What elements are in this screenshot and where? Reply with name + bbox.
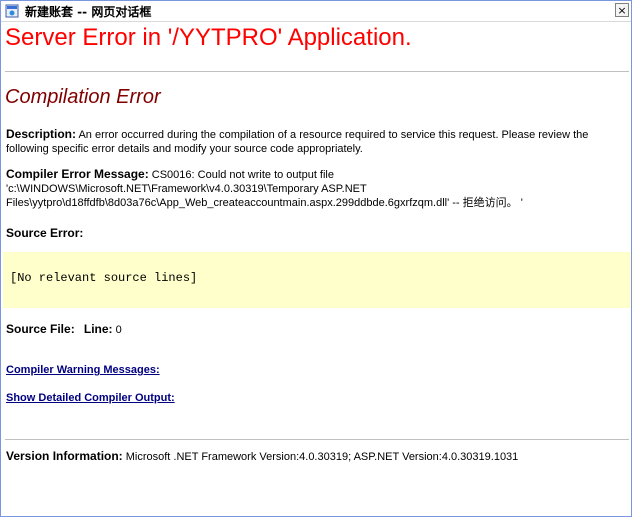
source-file-info: Source File: Line: 0 xyxy=(6,322,122,336)
version-information: Version Information: Microsoft .NET Fram… xyxy=(6,449,518,463)
version-label: Version Information: xyxy=(6,449,123,463)
compiler-msg-label: Compiler Error Message: xyxy=(6,167,149,181)
line-label: Line: xyxy=(83,322,113,336)
description-label: Description: xyxy=(6,127,77,141)
dialog-window: 新建账套 -- 网页对话框 × Server Error in '/YYTPRO… xyxy=(0,0,632,517)
window-title: 新建账套 -- 网页对话框 xyxy=(25,4,152,19)
divider xyxy=(5,439,629,440)
show-detailed-compiler-output-link[interactable]: Show Detailed Compiler Output: xyxy=(6,392,175,404)
close-icon: × xyxy=(617,3,627,17)
error-page: Server Error in '/YYTPRO' Application. C… xyxy=(1,22,631,516)
compilation-error-heading: Compilation Error xyxy=(5,86,161,108)
divider xyxy=(5,71,629,72)
line-value: 0 xyxy=(115,324,122,336)
source-error-label: Source Error: xyxy=(6,226,84,240)
close-button[interactable]: × xyxy=(615,3,629,17)
version-text: Microsoft .NET Framework Version:4.0.303… xyxy=(122,451,519,463)
source-code-text: [No relevant source lines] xyxy=(10,271,198,285)
server-error-title: Server Error in '/YYTPRO' Application. xyxy=(5,24,412,51)
source-file-label: Source File: xyxy=(6,322,75,336)
title-bar[interactable]: 新建账套 -- 网页对话框 × xyxy=(1,1,631,22)
ie-page-icon xyxy=(5,4,19,18)
source-code-box: [No relevant source lines] xyxy=(3,252,631,308)
description-paragraph: Description: An error occurred during th… xyxy=(6,127,626,156)
compiler-error-message: Compiler Error Message: CS0016: Could no… xyxy=(6,167,626,210)
compiler-warning-messages-link[interactable]: Compiler Warning Messages: xyxy=(6,364,160,376)
description-text: An error occurred during the compilation… xyxy=(6,129,589,155)
